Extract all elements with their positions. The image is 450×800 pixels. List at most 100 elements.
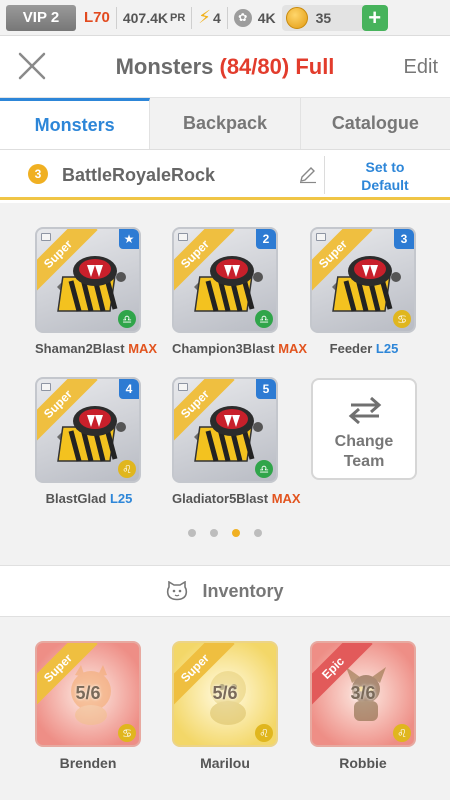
element-icon: ♎: [255, 310, 273, 328]
coin-icon: [285, 6, 308, 29]
team-slot-5[interactable]: Super 5 ♎ Gladiator5Blast MAX: [172, 377, 301, 506]
inventory-header: Inventory: [0, 565, 450, 617]
monster-name-text: BlastGlad: [45, 491, 107, 506]
vip-badge[interactable]: VIP 2: [6, 4, 76, 31]
power-unit: PR: [170, 11, 186, 24]
monster-level: MAX: [278, 341, 308, 356]
team-grid: Super ★ ♎ Shaman2Blast MAX Super 2 ♎ Cha…: [0, 203, 450, 565]
tab-backpack[interactable]: Backpack: [150, 98, 301, 149]
evolution-progress: 5/6: [75, 683, 101, 703]
divider: [324, 156, 325, 194]
monster-card[interactable]: Super 2 ♎: [172, 227, 278, 333]
player-level: L70: [84, 9, 110, 26]
page-title-text: Monsters: [115, 54, 214, 79]
monster-card[interactable]: Super 4 ♌: [35, 377, 141, 483]
monster-card[interactable]: Super ★ ♎: [35, 227, 141, 333]
page-indicator: [0, 529, 450, 537]
page-dot[interactable]: [188, 529, 196, 537]
evolution-progress: 3/6: [350, 683, 376, 703]
change-team-line1: Change: [334, 433, 394, 450]
set-default-line2: Default: [361, 177, 409, 193]
tab-monsters[interactable]: Monsters: [0, 98, 151, 149]
divider: [115, 6, 117, 29]
page-dot[interactable]: [254, 529, 262, 537]
team-header: 3 BattleRoyaleRock Set to Default: [0, 150, 450, 200]
inventory-item[interactable]: Super 5/6 ♌: [172, 641, 278, 747]
inventory-item-name: Marilou: [200, 755, 250, 771]
book-icon: [178, 233, 188, 241]
page-header: Monsters (84/80) Full Edit: [0, 36, 450, 98]
team-number-badge: 3: [28, 164, 48, 184]
gold-display: 35 +: [281, 4, 388, 31]
element-icon: ♋: [393, 310, 411, 328]
paw-icon: ✿: [233, 8, 252, 27]
monster-card[interactable]: Super 5 ♎: [172, 377, 278, 483]
element-icon: ♎: [255, 460, 273, 478]
set-default-button[interactable]: Set to Default: [330, 158, 440, 194]
team-slot-2[interactable]: Super 2 ♎ Champion3Blast MAX: [172, 227, 307, 356]
page-dot-active[interactable]: [232, 529, 240, 537]
page-dot[interactable]: [210, 529, 218, 537]
monster-name-text: Shaman2Blast: [35, 341, 125, 356]
inventory-list: Super 5/6 ♋ Brenden Super 5/6 ♌ Marilou …: [0, 617, 450, 800]
food-value: 4K: [257, 9, 276, 26]
monster-count: (84/80) Full: [219, 54, 335, 79]
tab-bar: Monsters Backpack Catalogue: [0, 98, 450, 150]
book-icon: [41, 233, 51, 241]
slot-number-badge: 3: [394, 229, 414, 249]
inventory-item[interactable]: Super 5/6 ♋: [35, 641, 141, 747]
inventory-item[interactable]: Epic 3/6 ♌: [310, 641, 416, 747]
monster-name: Feeder L25: [310, 341, 418, 356]
element-icon: ♌: [255, 724, 273, 742]
status-bar: VIP 2 L70 407.4K PR ⚡ 4 ✿ 4K 35 +: [0, 0, 450, 36]
divider: [226, 6, 228, 29]
monster-name-text: Champion3Blast: [172, 341, 275, 356]
monster-level: MAX: [128, 341, 158, 356]
gold-value: 35: [315, 9, 332, 26]
inventory-title: Inventory: [202, 580, 284, 601]
energy-value: 4: [212, 9, 221, 26]
pencil-icon[interactable]: [298, 164, 318, 184]
monster-card[interactable]: Super 3 ♋: [310, 227, 416, 333]
monster-name-text: Gladiator5Blast: [172, 491, 269, 506]
monster-name: BlastGlad L25: [35, 491, 143, 506]
change-team-button[interactable]: Change Team: [311, 378, 417, 480]
monster-name: Champion3Blast MAX: [172, 341, 307, 356]
monster-level: MAX: [271, 491, 301, 506]
change-team-label: Change Team: [313, 432, 415, 472]
element-icon: ♋: [118, 724, 136, 742]
monster-name: Gladiator5Blast MAX: [172, 491, 301, 506]
book-icon: [316, 233, 326, 241]
inventory-item-name: Robbie: [339, 755, 387, 771]
set-default-line1: Set to: [365, 159, 405, 175]
book-icon: [178, 383, 188, 391]
edit-button[interactable]: Edit: [404, 56, 438, 79]
divider: [191, 6, 193, 29]
monster-level: L25: [109, 491, 133, 506]
element-icon: ♌: [393, 724, 411, 742]
team-slot-1[interactable]: Super ★ ♎ Shaman2Blast MAX: [35, 227, 157, 356]
change-team-line2: Team: [343, 453, 385, 470]
team-slot-4[interactable]: Super 4 ♌ BlastGlad L25: [35, 377, 143, 506]
power-value: 407.4K: [122, 9, 169, 26]
monster-face-icon: [167, 581, 188, 601]
team-slot-3[interactable]: Super 3 ♋ Feeder L25: [310, 227, 418, 356]
energy-icon: ⚡: [198, 7, 211, 27]
slot-number-badge: 2: [256, 229, 276, 249]
book-icon: [41, 383, 51, 391]
add-gold-button[interactable]: +: [361, 4, 388, 31]
tab-catalogue[interactable]: Catalogue: [301, 98, 450, 149]
monster-level: L25: [375, 341, 399, 356]
slot-number-badge: 5: [256, 379, 276, 399]
team-name: BattleRoyaleRock: [62, 165, 216, 185]
element-icon: ♌: [118, 460, 136, 478]
star-badge: ★: [119, 229, 139, 249]
swap-icon: [348, 396, 382, 424]
monster-name: Shaman2Blast MAX: [35, 341, 157, 356]
slot-number-badge: 4: [119, 379, 139, 399]
element-icon: ♎: [118, 310, 136, 328]
inventory-item-name: Brenden: [59, 755, 117, 771]
monster-name-text: Feeder: [329, 341, 373, 356]
evolution-progress: 5/6: [212, 683, 238, 703]
page-title: Monsters (84/80) Full: [0, 54, 450, 80]
